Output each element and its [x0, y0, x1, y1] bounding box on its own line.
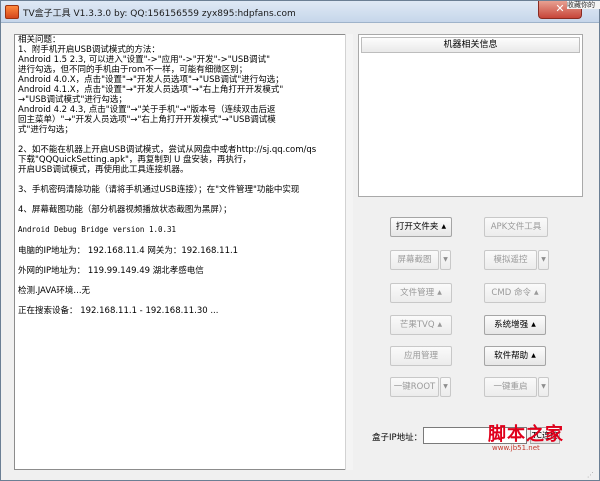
log-line: 回主菜单）"→"开发人员选项"→"右上角打开开发模式"→"USB调试模	[18, 115, 276, 125]
open-folder-button[interactable]: 打开文件夹 ▲	[390, 217, 452, 237]
file-manager-button[interactable]: 文件管理 ▲	[390, 283, 452, 303]
chevron-up-icon: ▲	[531, 352, 536, 359]
device-info-title: 机器相关信息	[361, 37, 580, 53]
device-info-panel: 机器相关信息	[358, 34, 583, 197]
cmd-button[interactable]: CMD 命令 ▲	[484, 283, 546, 303]
chevron-down-icon: ▼	[541, 256, 546, 263]
log-line: 相关问题：	[18, 35, 61, 45]
window-title: TV盒子工具 V1.3.3.0 by: QQ:156156559 zyx895:…	[23, 9, 296, 19]
action-buttons-panel: 打开文件夹 ▲ APK文件工具 屏幕截图 ▼ 模拟遥控 ▼ 文件管理 ▲ CMD 命…	[361, 205, 583, 411]
screenshot-button[interactable]: 屏幕截图	[390, 250, 439, 270]
system-enhance-label: 系统增强	[494, 320, 529, 330]
log-panel[interactable]: 相关问题： 1、附手机开启USB调试模式的方法： Android 1.5 2.3, …	[14, 34, 346, 470]
network-line: 电脑的IP地址为： 192.168.11.4 网关为：192.168.11.1	[18, 246, 239, 256]
log-line: 4、屏幕截图功能（部分机器视频播放状态截图为黑屏）；	[18, 205, 232, 215]
app-window: TV盒子工具 V1.3.3.0 by: QQ:156156559 zyx895:…	[0, 0, 600, 481]
chevron-up-icon: ▲	[437, 289, 442, 296]
app-icon	[5, 5, 19, 19]
chevron-down-icon: ▼	[443, 383, 448, 390]
log-line: →"USB调试模式"进行勾选；	[18, 95, 127, 105]
one-key-root-button[interactable]: 一键ROOT	[390, 377, 439, 397]
corner-tag: 收藏你的	[567, 1, 600, 9]
screenshot-dropdown[interactable]: ▼	[440, 250, 451, 270]
log-line: Android 4.0.X，点击"设置"→"开发人员选项"→"USB调试"进行勾…	[18, 75, 284, 85]
log-line: 进行勾选，但不同的手机由于rom不一样，可能有细微区别；	[18, 65, 248, 75]
watermark-main: 脚本之家	[488, 424, 564, 445]
log-line: 式"进行勾选；	[18, 125, 73, 135]
box-ip-label: 盒子IP地址：	[372, 433, 423, 443]
network-line: 检测.JAVA环境...无	[18, 286, 91, 296]
mango-tv-label: 芒果TVQ	[399, 320, 435, 330]
resize-grip-icon[interactable]: ⋰	[587, 471, 597, 480]
watermark-logo: 脚本之家 www.jb51.net	[488, 420, 588, 454]
chevron-down-icon: ▼	[443, 256, 448, 263]
remote-button[interactable]: 模拟遥控	[484, 250, 537, 270]
chevron-up-icon: ▲	[531, 321, 536, 328]
remote-dropdown[interactable]: ▼	[538, 250, 549, 270]
log-line: Android Debug Bridge version 1.0.31	[18, 225, 177, 234]
system-enhance-button[interactable]: 系统增强 ▲	[484, 315, 546, 335]
chevron-down-icon: ▼	[541, 383, 546, 390]
apk-tool-button[interactable]: APK文件工具	[484, 217, 548, 237]
title-bar[interactable]: TV盒子工具 V1.3.3.0 by: QQ:156156559 zyx895:…	[1, 1, 599, 23]
software-help-button[interactable]: 软件帮助 ▲	[484, 346, 546, 366]
chevron-up-icon: ▲	[533, 289, 539, 296]
network-lines: 电脑的IP地址为： 192.168.11.4 网关为：192.168.11.1 外…	[15, 245, 345, 317]
root-dropdown[interactable]: ▼	[440, 377, 451, 397]
log-line: 下载"QQQuickSetting.apk"，再复制到 U 盘安装，再执行，	[18, 155, 252, 165]
network-line: 外网的IP地址为： 119.99.149.49 湖北孝感电信	[18, 266, 204, 276]
network-line: 正在搜索设备： 192.168.11.1 - 192.168.11.30 ...	[18, 306, 219, 316]
log-line: 2、如不能在机器上开启USB调试模式，尝试从网盘中或者http://sj.qq.…	[18, 145, 317, 155]
file-manager-label: 文件管理	[400, 288, 435, 298]
log-line: Android 4.2 4.3, 点击"设置"→"关于手机"→"版本号（连续双击…	[18, 105, 276, 115]
chevron-up-icon: ▲	[437, 321, 443, 328]
app-manager-button[interactable]: 应用管理	[390, 346, 452, 366]
log-line: Android 4.1.X，点击"设置"→"开发人员选项"→"右上角打开开发模式…	[18, 85, 284, 95]
log-line: 开启USB调试模式，再使用此工具连接机器。	[18, 165, 189, 175]
log-scrollbar[interactable]	[345, 34, 353, 470]
software-help-label: 软件帮助	[494, 351, 529, 361]
log-lines: 相关问题： 1、附手机开启USB调试模式的方法： Android 1.5 2.3, …	[15, 35, 345, 245]
log-line: 3、手机密码清除功能（请将手机通过USB连接）；在"文件管理"功能中实现	[18, 185, 300, 195]
log-line: Android 1.5 2.3, 可以进入"设置"->"应用"->"开发"->"…	[18, 55, 271, 65]
reboot-dropdown[interactable]: ▼	[538, 377, 549, 397]
mango-tv-button[interactable]: 芒果TVQ ▲	[390, 315, 452, 335]
log-line: 1、附手机开启USB调试模式的方法：	[18, 45, 160, 55]
open-folder-label: 打开文件夹	[395, 222, 439, 232]
watermark-url: www.jb51.net	[492, 444, 540, 452]
cmd-label: CMD 命令	[491, 288, 531, 298]
one-key-reboot-button[interactable]: 一键重启	[484, 377, 537, 397]
chevron-up-icon: ▲	[441, 223, 447, 230]
